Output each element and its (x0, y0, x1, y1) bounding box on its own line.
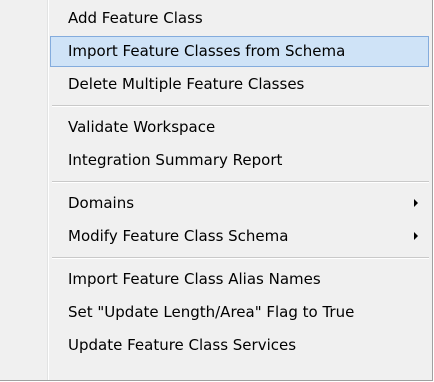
menu-item-label: Set "Update Length/Area" Flag to True (68, 303, 355, 321)
menu-item-label: Integration Summary Report (68, 151, 283, 169)
menu-item-label: Validate Workspace (68, 118, 216, 136)
menu-item-label: Delete Multiple Feature Classes (68, 75, 305, 93)
menu-separator (0, 101, 432, 111)
menu-item-label: Domains (68, 194, 135, 212)
menu-item-validate-workspace[interactable]: Validate Workspace (0, 111, 432, 144)
menu-items: Add Feature Class Import Feature Classes… (0, 2, 432, 362)
menu-item-label: Add Feature Class (68, 9, 203, 27)
menu-item-update-feature-class-services[interactable]: Update Feature Class Services (0, 329, 432, 362)
menu-item-add-feature-class[interactable]: Add Feature Class (0, 2, 432, 35)
menu-item-integration-summary-report[interactable]: Integration Summary Report (0, 144, 432, 177)
menu-item-label: Modify Feature Class Schema (68, 227, 289, 245)
menu-item-set-update-length-area-flag[interactable]: Set "Update Length/Area" Flag to True (0, 296, 432, 329)
chevron-right-icon (414, 199, 418, 207)
chevron-right-icon (414, 232, 418, 240)
menu-item-import-feature-class-alias-names[interactable]: Import Feature Class Alias Names (0, 263, 432, 296)
menu-item-label: Import Feature Classes from Schema (68, 42, 346, 60)
menu-item-label: Import Feature Class Alias Names (68, 270, 321, 288)
menu-separator (0, 177, 432, 187)
menu-item-import-feature-classes-from-schema[interactable]: Import Feature Classes from Schema (0, 35, 432, 68)
menu-item-label: Update Feature Class Services (68, 336, 297, 354)
menu-item-modify-feature-class-schema[interactable]: Modify Feature Class Schema (0, 220, 432, 253)
menu-item-delete-multiple-feature-classes[interactable]: Delete Multiple Feature Classes (0, 68, 432, 101)
menu-item-domains[interactable]: Domains (0, 187, 432, 220)
menu-separator (0, 253, 432, 263)
context-menu: Add Feature Class Import Feature Classes… (0, 0, 433, 381)
